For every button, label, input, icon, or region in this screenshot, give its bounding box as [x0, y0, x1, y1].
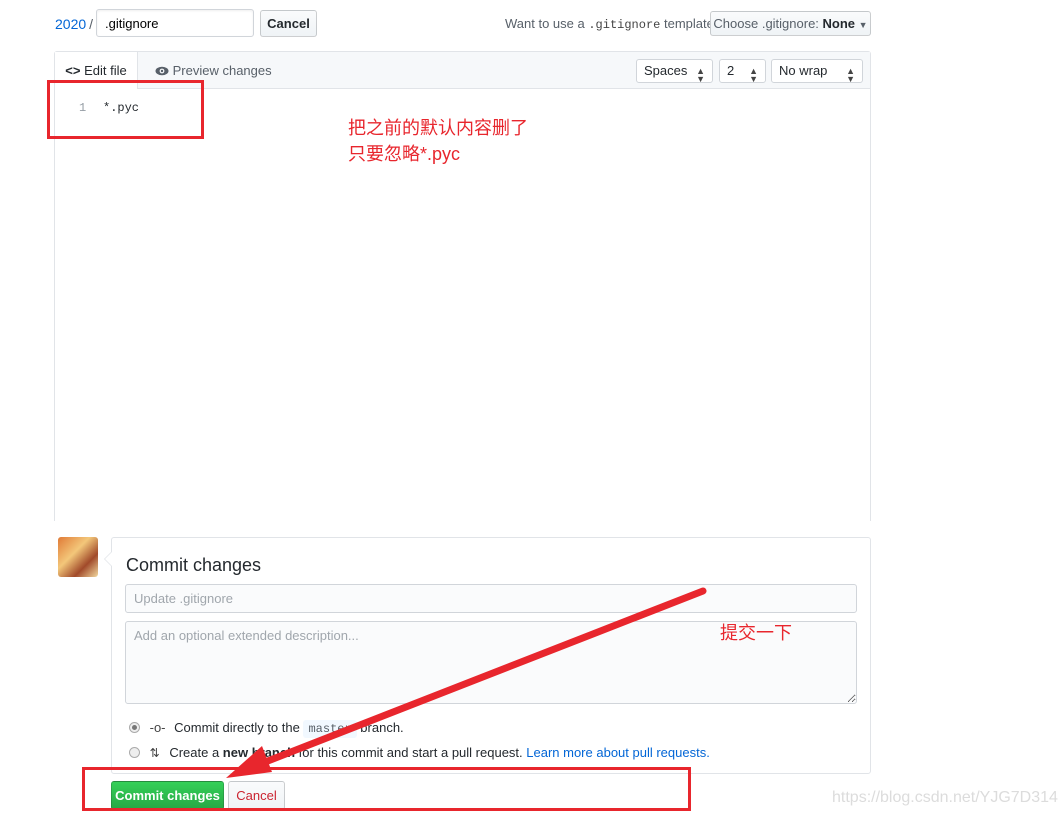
annotation-arrow-shaft [251, 587, 707, 770]
watermark: https://blog.csdn.net/YJG7D314 [832, 789, 1058, 806]
annotation-arrow [226, 587, 707, 778]
annotation-arrow-head [226, 746, 272, 778]
